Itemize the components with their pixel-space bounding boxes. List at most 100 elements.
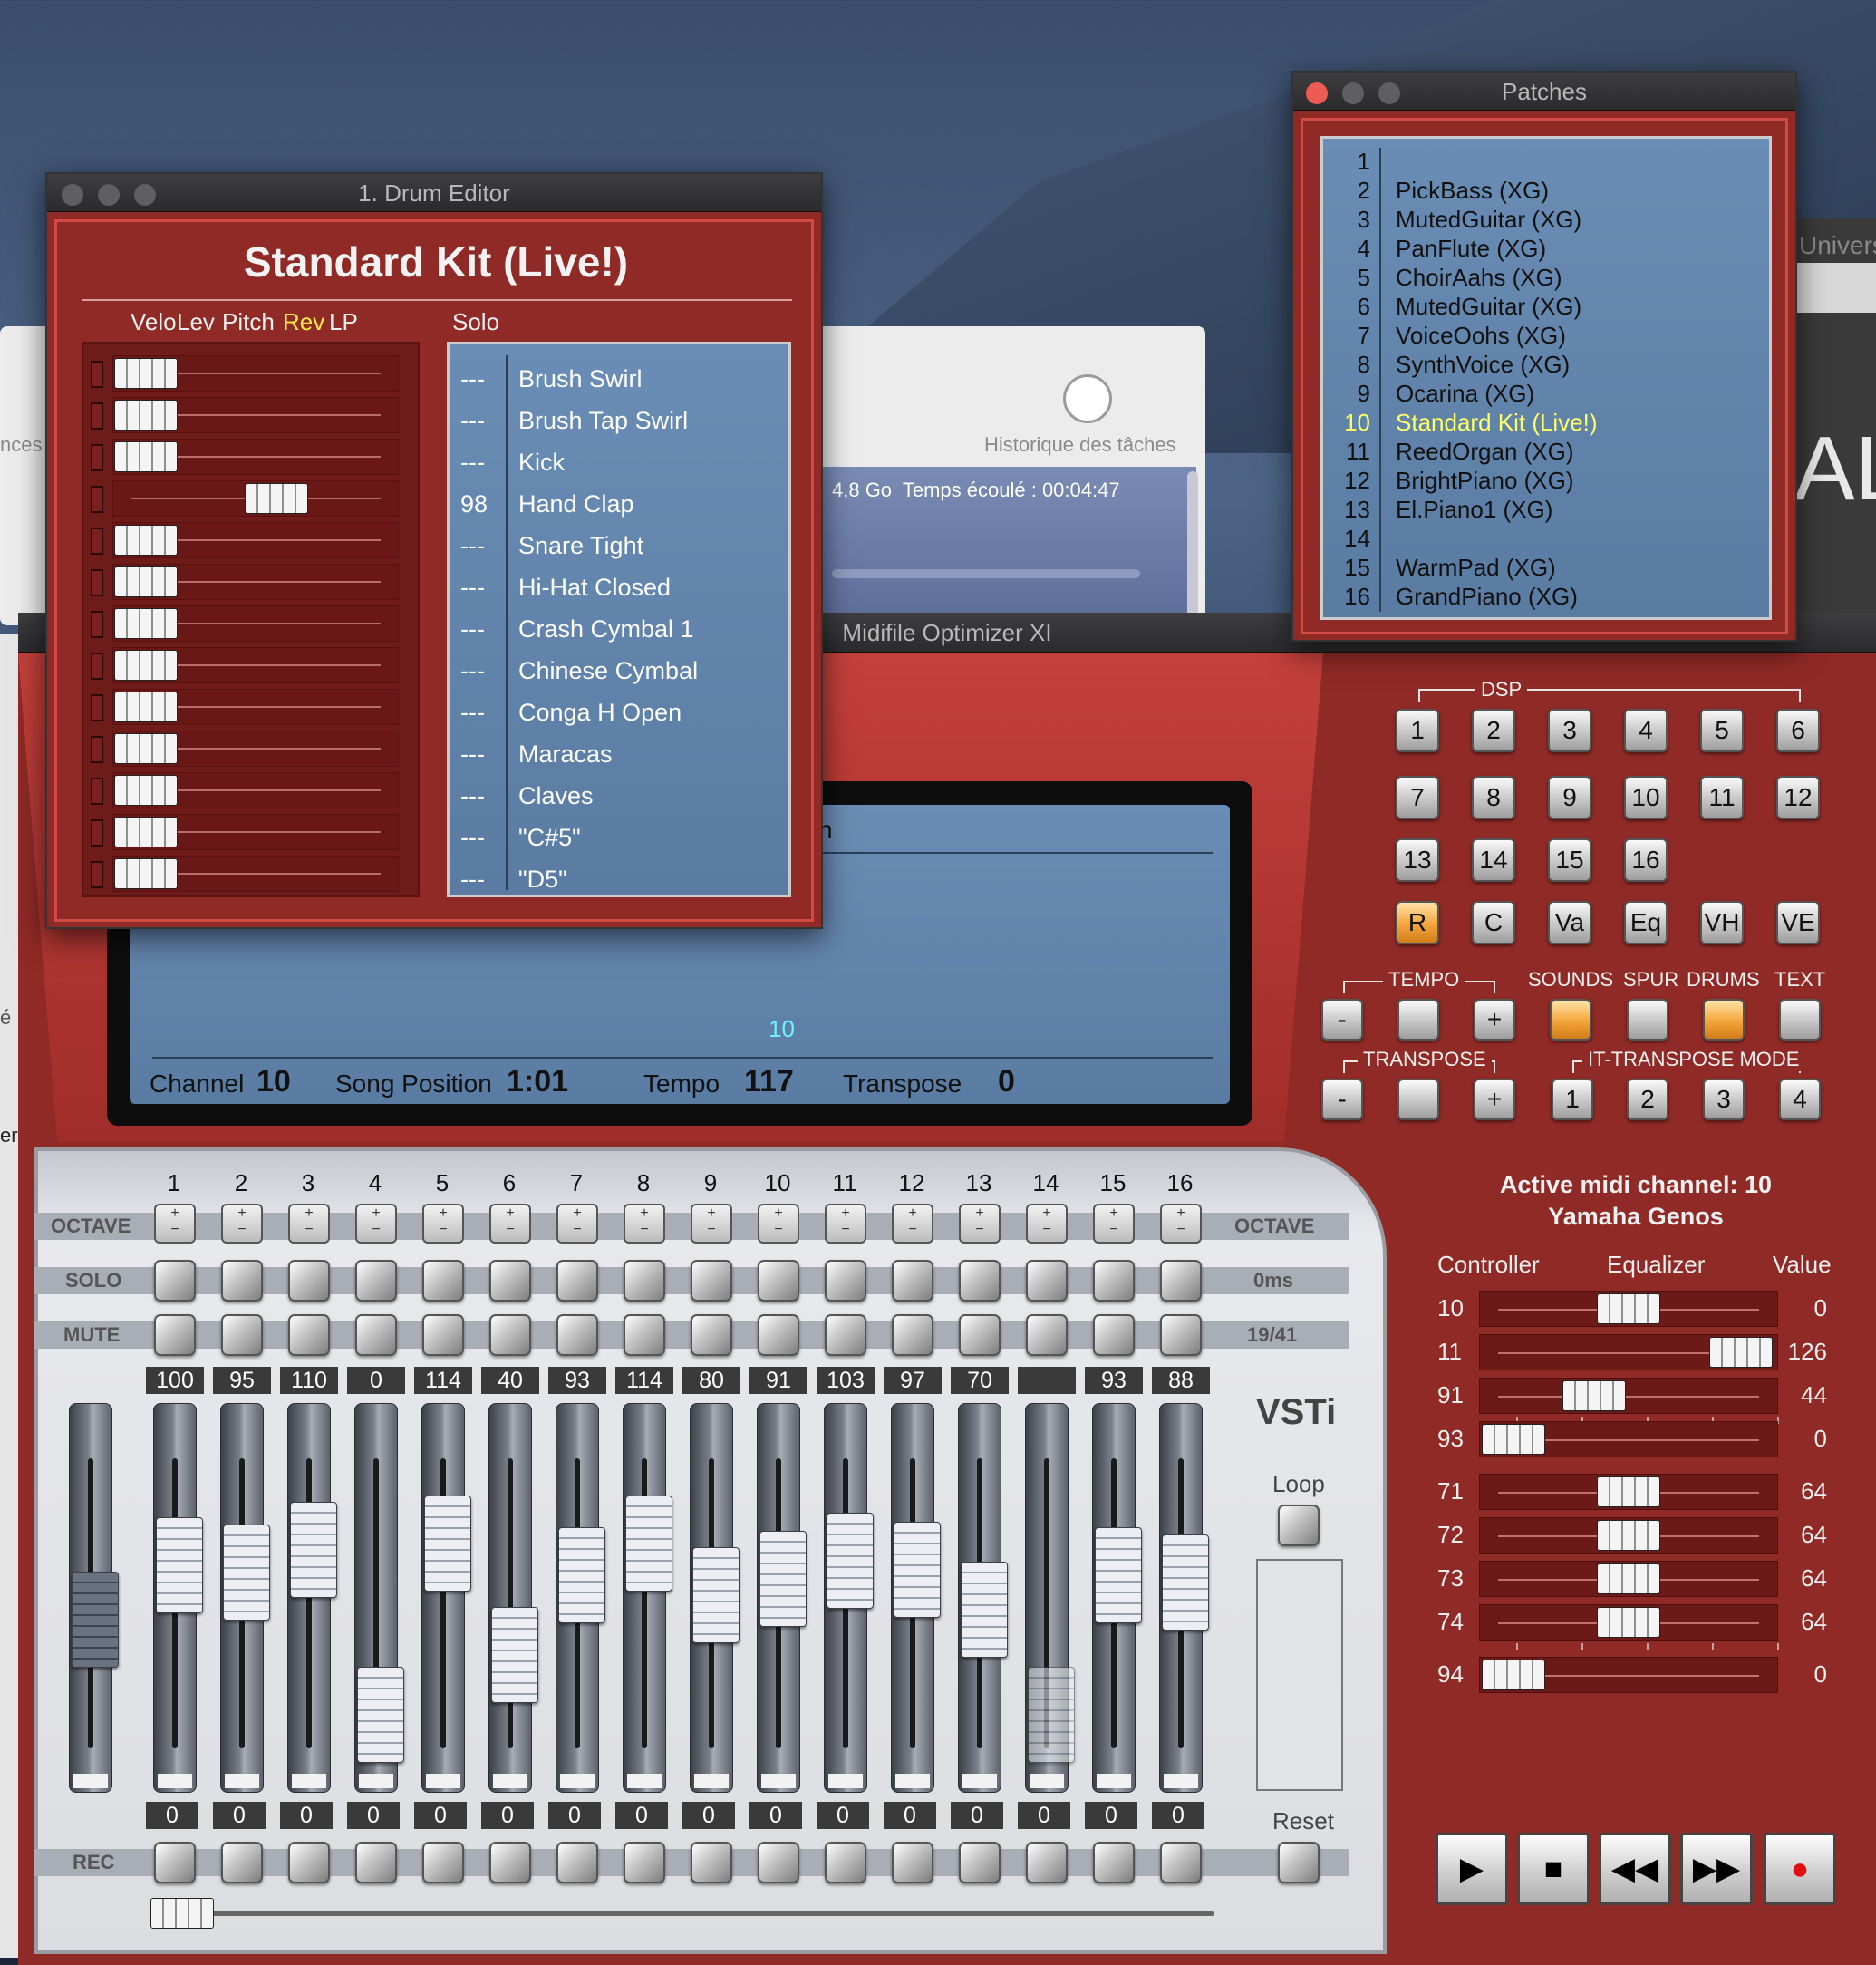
eq-slider-knob[interactable] xyxy=(1482,1660,1545,1690)
effect-button-ve[interactable]: VE xyxy=(1776,901,1820,944)
solo-button[interactable] xyxy=(422,1260,464,1302)
octave-stepper[interactable]: + − xyxy=(1160,1204,1202,1244)
eq-row-93[interactable] xyxy=(1479,1421,1778,1457)
solo-button[interactable] xyxy=(154,1260,196,1302)
mute-button[interactable] xyxy=(758,1314,799,1356)
drum-row-slider[interactable] xyxy=(87,647,413,683)
mute-button[interactable] xyxy=(221,1314,263,1356)
eq-row-72[interactable] xyxy=(1479,1517,1778,1554)
octave-stepper[interactable]: + − xyxy=(489,1204,531,1244)
patches-close-button[interactable] xyxy=(1306,82,1328,104)
volume-fader[interactable] xyxy=(757,1403,807,1793)
volume-fader[interactable] xyxy=(287,1403,337,1793)
octave-stepper[interactable]: + − xyxy=(758,1204,799,1244)
patches-zoom-button[interactable] xyxy=(1378,82,1400,104)
rec-button[interactable] xyxy=(1160,1842,1202,1883)
drum-row-indicator[interactable] xyxy=(91,569,103,596)
eq-slider-knob[interactable] xyxy=(1597,1520,1660,1551)
volume-fader[interactable] xyxy=(623,1403,672,1793)
drum-row-slider[interactable] xyxy=(87,772,413,808)
master-fader-knob[interactable] xyxy=(72,1572,119,1668)
solo-button[interactable] xyxy=(1093,1260,1135,1302)
drum-slider-knob[interactable] xyxy=(114,775,178,806)
volume-fader[interactable] xyxy=(556,1403,605,1793)
mixer-scroll-knob[interactable] xyxy=(150,1898,214,1929)
octave-stepper[interactable]: + − xyxy=(959,1204,1001,1244)
fader-knob[interactable] xyxy=(290,1502,337,1599)
patch-item[interactable]: 10 Standard Kit (Live!) xyxy=(1323,409,1767,438)
drum-list-item[interactable]: --- Crash Cymbal 1 xyxy=(450,615,788,657)
tempo-reset-button[interactable] xyxy=(1397,999,1439,1041)
drum-slider-knob[interactable] xyxy=(114,400,178,431)
text-toggle[interactable] xyxy=(1779,999,1821,1041)
patch-item[interactable]: 15 WarmPad (XG) xyxy=(1323,554,1767,583)
fader-knob[interactable] xyxy=(156,1516,203,1613)
mute-button[interactable] xyxy=(959,1314,1001,1356)
it-transpose-mode-2[interactable]: 2 xyxy=(1627,1079,1668,1120)
drum-row-slider[interactable] xyxy=(87,522,413,558)
dsp-button-2[interactable]: 2 xyxy=(1472,709,1515,752)
drum-row-indicator[interactable] xyxy=(91,653,103,680)
volume-fader[interactable] xyxy=(1025,1403,1075,1793)
fader-knob[interactable] xyxy=(1162,1534,1209,1631)
eq-row-73[interactable] xyxy=(1479,1561,1778,1597)
mute-button[interactable] xyxy=(355,1314,397,1356)
dsp-button-16[interactable]: 16 xyxy=(1624,838,1668,882)
eq-slider-knob[interactable] xyxy=(1482,1424,1545,1455)
patch-item[interactable]: 9 Ocarina (XG) xyxy=(1323,380,1767,409)
rec-button[interactable] xyxy=(1093,1842,1135,1883)
volume-fader[interactable] xyxy=(1159,1403,1209,1793)
fader-knob[interactable] xyxy=(357,1667,404,1763)
play-button[interactable]: ▶ xyxy=(1436,1833,1508,1905)
mute-button[interactable] xyxy=(288,1314,330,1356)
drum-row-slider[interactable] xyxy=(87,397,413,433)
drum-column-lev[interactable]: Lev xyxy=(177,308,215,336)
octave-stepper[interactable]: + − xyxy=(422,1204,464,1244)
effect-button-r[interactable]: R xyxy=(1396,901,1439,944)
volume-fader[interactable] xyxy=(354,1403,404,1793)
eq-slider-knob[interactable] xyxy=(1597,1607,1660,1638)
drum-row-indicator[interactable] xyxy=(91,778,103,805)
mute-button[interactable] xyxy=(556,1314,598,1356)
drum-slider-knob[interactable] xyxy=(114,358,178,389)
patch-item[interactable]: 13 El.Piano1 (XG) xyxy=(1323,496,1767,525)
drum-slider-knob[interactable] xyxy=(114,441,178,472)
fader-knob[interactable] xyxy=(759,1530,807,1627)
solo-button[interactable] xyxy=(959,1260,1001,1302)
drum-minimize-button[interactable] xyxy=(98,184,120,206)
tempo-plus-button[interactable]: + xyxy=(1474,999,1515,1041)
drum-slider-knob[interactable] xyxy=(114,525,178,556)
mute-button[interactable] xyxy=(624,1314,665,1356)
fader-knob[interactable] xyxy=(894,1521,941,1618)
dsp-button-4[interactable]: 4 xyxy=(1624,709,1668,752)
effect-button-eq[interactable]: Eq xyxy=(1624,901,1668,944)
drum-list-item[interactable]: --- "C#5" xyxy=(450,824,788,866)
octave-stepper[interactable]: + − xyxy=(556,1204,598,1244)
dsp-button-11[interactable]: 11 xyxy=(1700,776,1744,819)
eq-slider-knob[interactable] xyxy=(1597,1293,1660,1324)
reset-button[interactable] xyxy=(1278,1842,1320,1883)
drum-row-indicator[interactable] xyxy=(91,819,103,847)
drum-editor-title-bar[interactable]: 1. Drum Editor xyxy=(47,174,821,212)
drum-list-item[interactable]: --- Chinese Cymbal xyxy=(450,657,788,699)
rec-button[interactable] xyxy=(556,1842,598,1883)
dsp-button-12[interactable]: 12 xyxy=(1776,776,1820,819)
drum-slider-knob[interactable] xyxy=(114,733,178,764)
patch-item[interactable]: 5 ChoirAahs (XG) xyxy=(1323,264,1767,293)
drum-list-item[interactable]: 98 Hand Clap xyxy=(450,490,788,532)
drum-list-item[interactable]: --- "D5" xyxy=(450,866,788,907)
solo-button[interactable] xyxy=(758,1260,799,1302)
stop-button[interactable]: ■ xyxy=(1517,1833,1590,1905)
solo-button[interactable] xyxy=(489,1260,531,1302)
octave-stepper[interactable]: + − xyxy=(1026,1204,1068,1244)
effect-button-c[interactable]: C xyxy=(1472,901,1515,944)
drum-row-indicator[interactable] xyxy=(91,486,103,513)
drum-slider-knob[interactable] xyxy=(245,483,308,514)
rec-button[interactable] xyxy=(758,1842,799,1883)
drum-slider-knob[interactable] xyxy=(114,566,178,597)
eq-row-94[interactable] xyxy=(1479,1657,1778,1693)
fader-knob[interactable] xyxy=(424,1496,471,1592)
loop-button[interactable] xyxy=(1278,1505,1320,1546)
octave-stepper[interactable]: + − xyxy=(288,1204,330,1244)
drum-row-indicator[interactable] xyxy=(91,444,103,471)
